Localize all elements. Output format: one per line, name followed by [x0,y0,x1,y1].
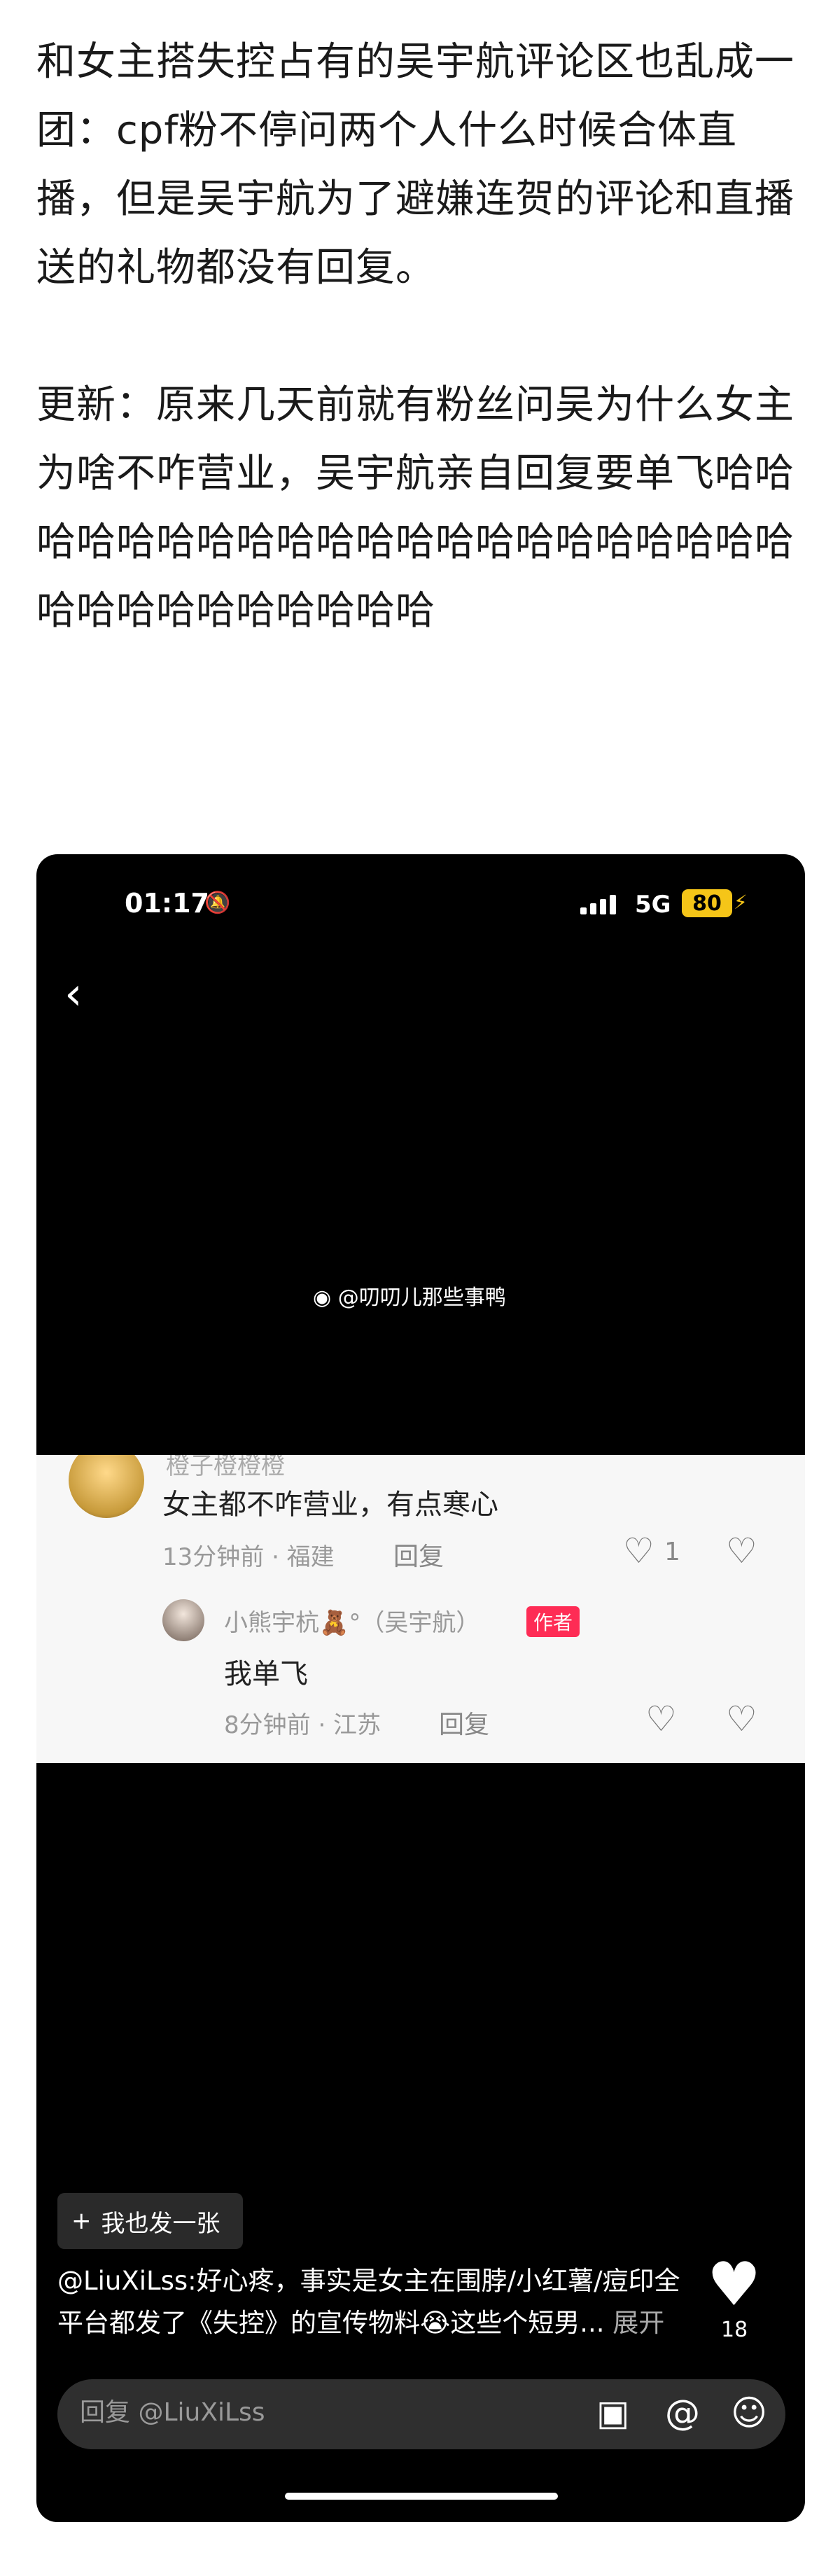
home-indicator[interactable] [285,2493,558,2500]
charging-icon: ⚡ [734,891,748,914]
battery-level: 80 [692,891,722,916]
article-paragraph: 和女主搭失控占有的吴宇航评论区也乱成一团：cpf粉不停问两个人什么时候合体直播，… [36,39,794,291]
comment-meta: 13分钟前 · 福建 [162,1543,335,1571]
weibo-icon: ◉ [313,1286,332,1310]
post-photo-button[interactable]: + 我也发一张 [57,2193,243,2249]
like-heart-icon[interactable]: ♥ [707,2255,761,2315]
signal-icon [580,893,616,914]
avatar[interactable] [69,1455,144,1518]
article-body: 和女主搭失控占有的吴宇航评论区也乱成一团：cpf粉不停问两个人什么时候合体直播，… [36,28,806,646]
comment-reply-button[interactable]: 回复 [393,1536,444,1573]
comment-section: 橙子橙橙橙 女主都不咋营业，有点寒心 13分钟前 · 福建 回复 ♡ 1 ♡ 小… [36,1455,805,1763]
bell-muted-icon: 🔕 [204,891,231,915]
reply-reply-button[interactable]: 回复 [439,1704,489,1741]
reply-meta: 8分钟前 · 江苏 [224,1711,382,1739]
expand-link[interactable]: 展开 [612,2308,664,2338]
status-bar: 01:17 🔕 5G 80 ⚡ [36,888,805,930]
phone-screenshot: 01:17 🔕 5G 80 ⚡ ‹ ◉ @叨叨儿那些事鸭 橙子橙橙橙 女主都不咋… [36,854,805,2522]
weibo-watermark: ◉ @叨叨儿那些事鸭 [313,1280,506,1311]
author-badge: 作者 [526,1606,580,1637]
reply-input[interactable] [78,2397,501,2428]
plus-icon: + [71,2207,92,2235]
caption-text: @LiuXiLss:好心疼，事实是女主在围脖/小红薯/痘印全平台都发了《失控》的… [57,2266,680,2338]
comment-text: 女主都不咋营业，有点寒心 [162,1489,498,1521]
emoji-icon[interactable]: ☺ [731,2392,767,2434]
reply-bar: ▣ @ ☺ [57,2379,785,2449]
article-paragraph-update: 更新：原来几天前就有粉丝问吴为什么女主为啥不咋营业，吴宇航亲自回复要单飞哈哈哈哈… [36,382,794,634]
dislike-broken-heart-icon[interactable]: ♡ [726,1701,757,1736]
like-total: 18 [721,2318,748,2342]
battery-icon: 80 [682,889,732,917]
comment-username[interactable]: 橙子橙橙橙 [166,1455,285,1481]
image-icon[interactable]: ▣ [596,2392,629,2434]
reply-username[interactable]: 小熊宇杭🧸°（吴宇航） [224,1603,479,1638]
like-heart-icon[interactable]: ♡ [623,1533,654,1568]
like-count: 1 [664,1538,680,1566]
dislike-broken-heart-icon[interactable]: ♡ [726,1533,757,1568]
mention-icon[interactable]: @ [665,2392,700,2434]
reply-avatar[interactable] [162,1599,204,1641]
post-photo-label: 我也发一张 [101,2209,220,2238]
network-label: 5G [635,891,671,919]
like-heart-icon[interactable]: ♡ [645,1701,677,1736]
status-time: 01:17 [125,888,209,919]
watermark-text: @叨叨儿那些事鸭 [337,1286,506,1310]
reply-text: 我单飞 [224,1658,308,1690]
post-caption: @LiuXiLss:好心疼，事实是女主在围脖/小红薯/痘印全平台都发了《失控》的… [57,2260,687,2344]
back-chevron-icon[interactable]: ‹ [64,972,83,1017]
